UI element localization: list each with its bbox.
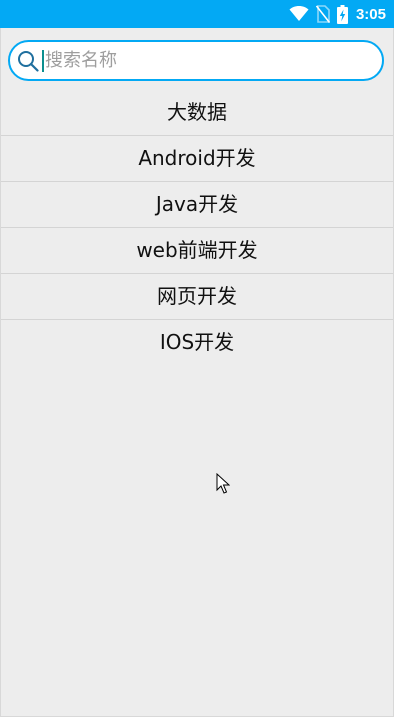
list-item[interactable]: web前端开发 — [1, 228, 393, 274]
battery-charging-icon — [336, 4, 348, 24]
wifi-icon — [289, 6, 309, 22]
list-item[interactable]: Java开发 — [1, 182, 393, 228]
list-item[interactable]: Android开发 — [1, 136, 393, 182]
search-icon — [16, 49, 40, 73]
main-content: 大数据 Android开发 Java开发 web前端开发 网页开发 IOS开发 — [0, 28, 394, 717]
status-time: 3:05 — [355, 5, 386, 23]
search-input[interactable] — [45, 45, 345, 76]
status-bar: 3:05 — [0, 0, 394, 28]
status-icons: 3:05 — [289, 0, 386, 28]
course-list: 大数据 Android开发 Java开发 web前端开发 网页开发 IOS开发 — [1, 90, 393, 365]
no-sim-icon — [315, 5, 330, 23]
list-item[interactable]: 大数据 — [1, 90, 393, 136]
search-box[interactable] — [8, 40, 384, 81]
mouse-pointer-icon — [216, 472, 231, 499]
list-item[interactable]: 网页开发 — [1, 274, 393, 320]
list-item[interactable]: IOS开发 — [1, 320, 393, 365]
text-cursor — [42, 49, 44, 72]
